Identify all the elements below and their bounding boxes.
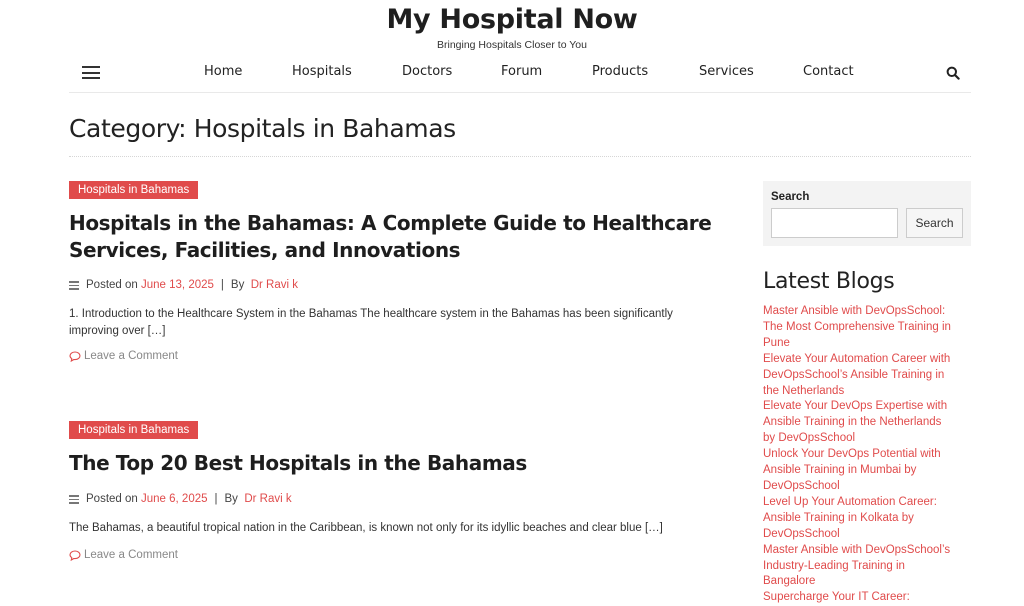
list-item: Unlock Your DevOps Potential with Ansible… — [763, 447, 973, 495]
category-badge[interactable]: Hospitals in Bahamas — [69, 421, 199, 439]
post-title-line: Hospitals in the Bahamas: A Complete Gui… — [69, 211, 712, 235]
post-meta: Posted on June 6, 2025 | By Dr Ravi k — [69, 493, 292, 506]
latest-blog-link[interactable]: Supercharge Your IT Career: — [763, 590, 973, 606]
search-widget: Search Search — [763, 181, 971, 246]
search-icon[interactable] — [946, 66, 960, 80]
comment-label: Leave a Comment — [84, 350, 178, 362]
by-label: By — [224, 493, 238, 506]
post-title-line: The Top 20 Best Hospitals in the Bahamas — [69, 451, 527, 475]
nav-item-home[interactable]: Home — [204, 64, 242, 79]
lines-icon — [69, 279, 79, 292]
post-author[interactable]: Dr Ravi k — [251, 279, 298, 291]
nav-item-forum[interactable]: Forum — [501, 64, 542, 79]
posted-on-label: Posted on — [86, 493, 138, 506]
latest-blog-link[interactable]: Master Ansible with DevOpsSchool’s — [763, 543, 973, 559]
post-date[interactable]: June 6, 2025 — [141, 493, 208, 505]
latest-blog-link[interactable]: Elevate Your DevOps Expertise with — [763, 399, 973, 415]
by-label: By — [230, 279, 245, 292]
latest-blog-link[interactable]: Ansible Training in Kolkata by — [763, 511, 973, 527]
latest-blog-link[interactable]: DevOpsSchool’s Ansible Training in — [763, 368, 973, 384]
excerpt-line: The Bahamas, a beautiful tropical nation… — [69, 522, 663, 534]
latest-blog-link[interactable]: Elevate Your Automation Career with — [763, 352, 973, 368]
latest-blog-link[interactable]: DevOpsSchool — [763, 479, 973, 495]
page-title: Category: Hospitals in Bahamas — [69, 114, 456, 143]
list-item: Master Ansible with DevOpsSchool: The Mos… — [763, 304, 973, 352]
leave-comment-link[interactable]: Leave a Comment — [69, 549, 178, 561]
comment-bubble-icon — [69, 350, 81, 362]
latest-blog-link[interactable]: the Netherlands — [763, 384, 973, 400]
nav-item-doctors[interactable]: Doctors — [402, 64, 452, 79]
latest-blog-link[interactable]: Master Ansible with DevOpsSchool: — [763, 304, 973, 320]
list-item: Level Up Your Automation Career: Ansible … — [763, 495, 973, 543]
search-button[interactable]: Search — [906, 208, 963, 238]
post-meta: Posted on June 13, 2025 | By Dr Ravi k — [69, 279, 298, 292]
posted-on-label: Posted on — [86, 279, 138, 292]
nav-item-services[interactable]: Services — [699, 64, 754, 79]
nav-item-contact[interactable]: Contact — [803, 64, 854, 79]
list-item: Supercharge Your IT Career: — [763, 590, 973, 606]
site-title[interactable]: My Hospital Now — [0, 4, 1024, 35]
search-widget-label: Search — [771, 191, 810, 203]
list-item: Elevate Your DevOps Expertise with Ansibl… — [763, 399, 973, 447]
nav-item-hospitals[interactable]: Hospitals — [292, 64, 352, 79]
meta-separator: | — [214, 493, 218, 506]
excerpt-line: 1. Introduction to the Healthcare System… — [69, 308, 673, 320]
excerpt-line: improving over […] — [69, 324, 166, 337]
latest-blogs-list: Master Ansible with DevOpsSchool: The Mos… — [763, 304, 973, 606]
post-title[interactable]: Hospitals in the Bahamas: A Complete Gui… — [69, 210, 712, 264]
nav-divider — [69, 92, 971, 93]
category-badge[interactable]: Hospitals in Bahamas — [69, 181, 199, 199]
search-input[interactable] — [771, 208, 898, 238]
latest-blog-link[interactable]: by DevOpsSchool — [763, 431, 973, 447]
leave-comment-link[interactable]: Leave a Comment — [69, 350, 178, 362]
list-item: Elevate Your Automation Career with DevOp… — [763, 352, 973, 400]
main-nav: Home Hospitals Doctors Forum Products Se… — [0, 64, 1024, 82]
post-author[interactable]: Dr Ravi k — [244, 493, 291, 505]
comment-label: Leave a Comment — [84, 549, 178, 561]
post-excerpt: 1. Introduction to the Healthcare System… — [69, 306, 734, 339]
latest-blog-link[interactable]: DevOpsSchool — [763, 527, 973, 543]
post-title-line: Services, Facilities, and Innovations — [69, 238, 461, 262]
latest-blog-link[interactable]: Industry-Leading Training in — [763, 559, 973, 575]
latest-blog-link[interactable]: Pune — [763, 336, 973, 352]
latest-blog-link[interactable]: Ansible Training in Mumbai by — [763, 463, 973, 479]
meta-separator: | — [220, 279, 224, 292]
lines-icon — [69, 493, 79, 506]
site-tagline: Bringing Hospitals Closer to You — [436, 39, 587, 51]
post-date[interactable]: June 13, 2025 — [141, 279, 214, 291]
latest-blog-link[interactable]: Ansible Training in the Netherlands — [763, 415, 973, 431]
latest-blog-link[interactable]: Unlock Your DevOps Potential with — [763, 447, 973, 463]
post-title[interactable]: The Top 20 Best Hospitals in the Bahamas — [69, 450, 527, 477]
post-excerpt: The Bahamas, a beautiful tropical nation… — [69, 520, 734, 537]
latest-blog-link[interactable]: Bangalore — [763, 574, 973, 590]
latest-blogs-title: Latest Blogs — [763, 269, 895, 294]
latest-blog-link[interactable]: Level Up Your Automation Career: — [763, 495, 973, 511]
nav-item-products[interactable]: Products — [592, 64, 648, 79]
comment-bubble-icon — [69, 549, 81, 561]
latest-blog-link[interactable]: The Most Comprehensive Training in — [763, 320, 973, 336]
title-divider — [69, 156, 971, 157]
list-item: Master Ansible with DevOpsSchool’s Indust… — [763, 543, 973, 591]
